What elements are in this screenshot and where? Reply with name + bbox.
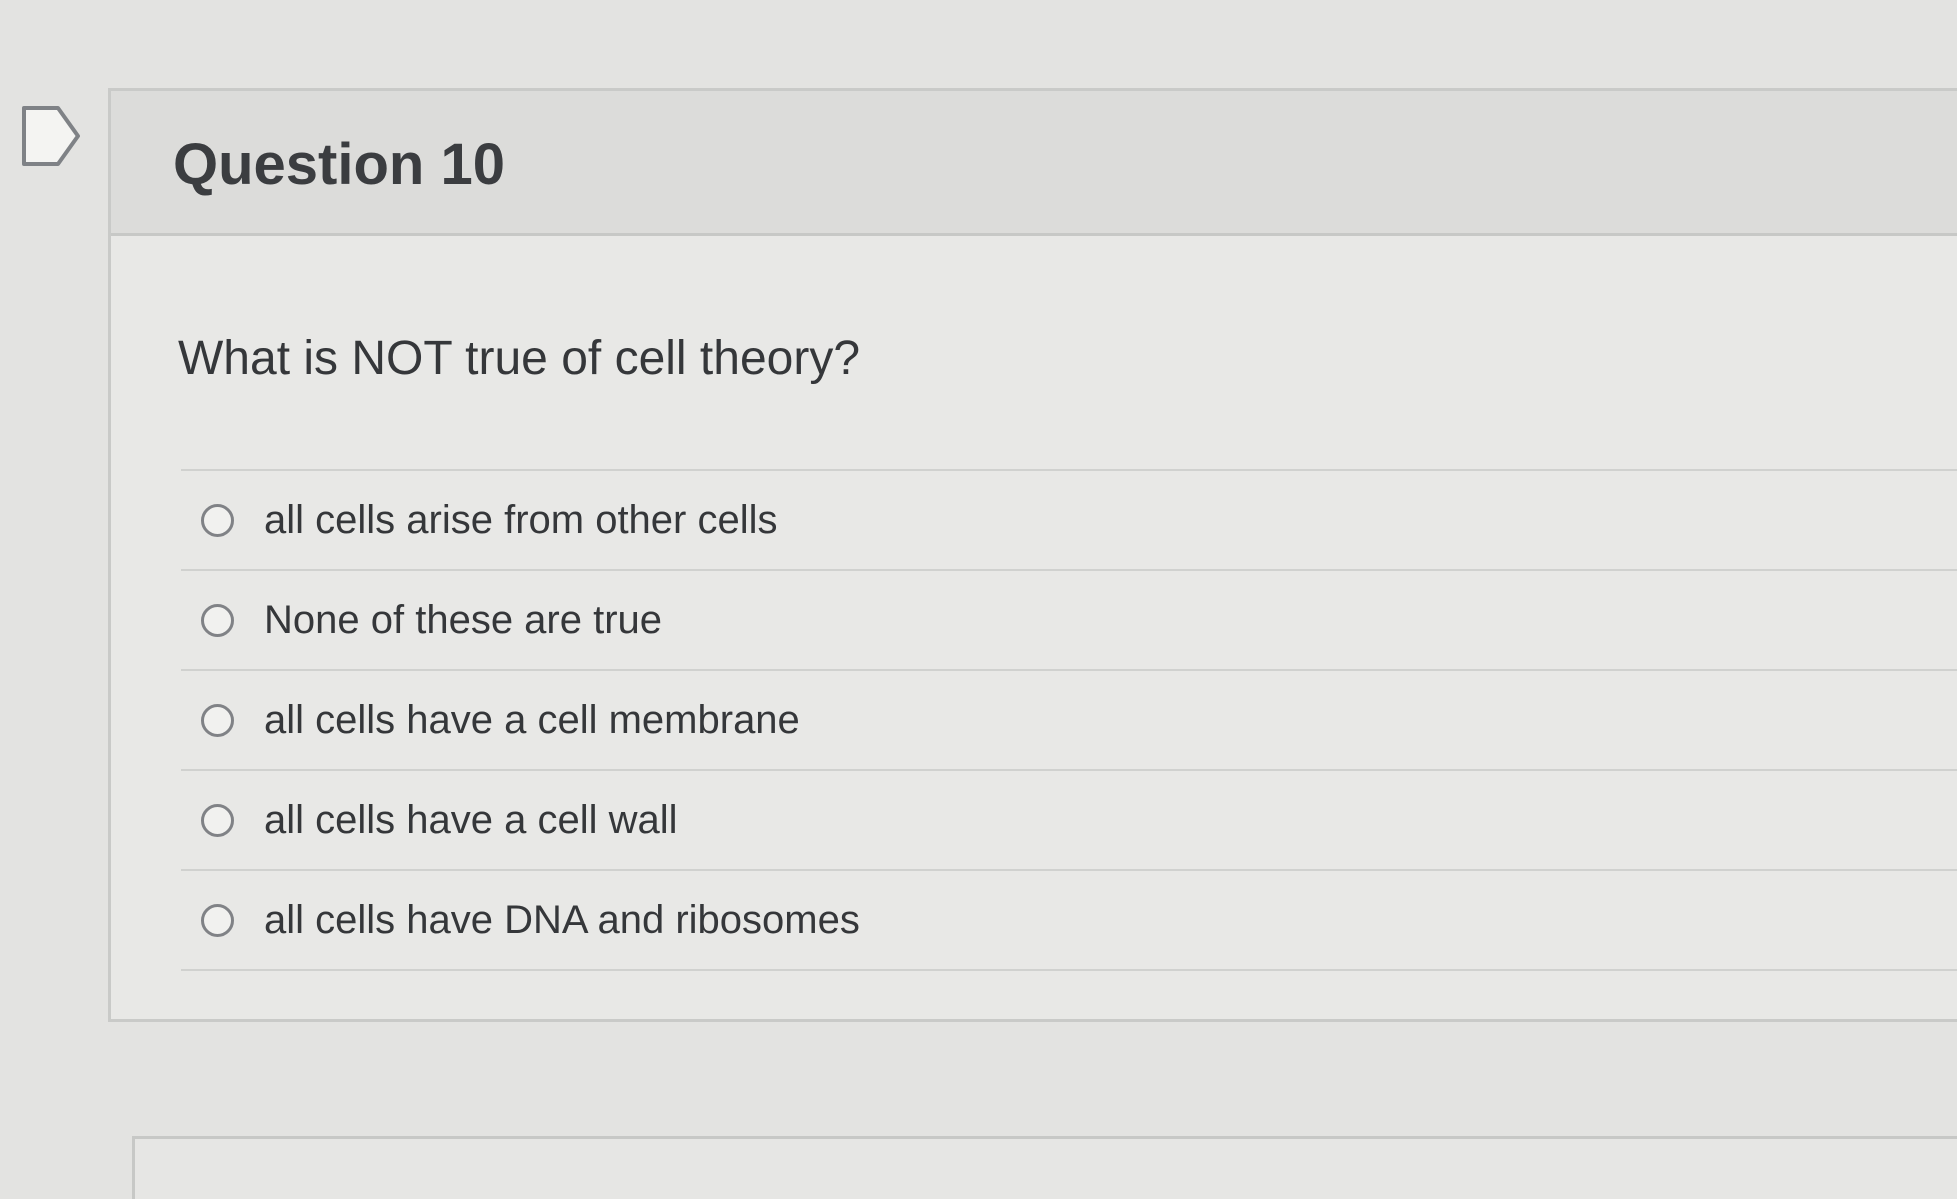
question-prompt: What is NOT true of cell theory? — [178, 332, 861, 385]
question-body: What is NOT true of cell theory? all cel… — [111, 236, 1957, 1019]
answer-option-2[interactable]: None of these are true — [181, 571, 1957, 671]
answer-option-5[interactable]: all cells have DNA and ribosomes — [181, 871, 1957, 971]
answer-label-4: all cells have a cell wall — [264, 797, 678, 842]
next-question-card — [132, 1136, 1957, 1199]
answer-radio-1[interactable] — [201, 503, 234, 537]
answer-option-4[interactable]: all cells have a cell wall — [181, 771, 1957, 871]
answer-radio-3[interactable] — [201, 703, 234, 737]
flag-icon[interactable] — [20, 102, 82, 174]
question-title: Question 10 — [173, 132, 505, 197]
answer-radio-5[interactable] — [201, 903, 234, 937]
answer-option-3[interactable]: all cells have a cell membrane — [181, 671, 1957, 771]
answer-option-1[interactable]: all cells arise from other cells — [181, 471, 1957, 571]
question-header: Question 10 — [111, 91, 1957, 236]
answer-label-5: all cells have DNA and ribosomes — [264, 897, 860, 942]
question-card: Question 10 What is NOT true of cell the… — [108, 88, 1957, 1022]
answer-radio-4[interactable] — [201, 803, 234, 837]
answer-label-1: all cells arise from other cells — [264, 497, 778, 542]
answer-list: all cells arise from other cells None of… — [181, 469, 1957, 971]
answer-label-2: None of these are true — [264, 597, 663, 642]
answer-label-3: all cells have a cell membrane — [264, 697, 800, 742]
answer-radio-2[interactable] — [201, 603, 234, 637]
